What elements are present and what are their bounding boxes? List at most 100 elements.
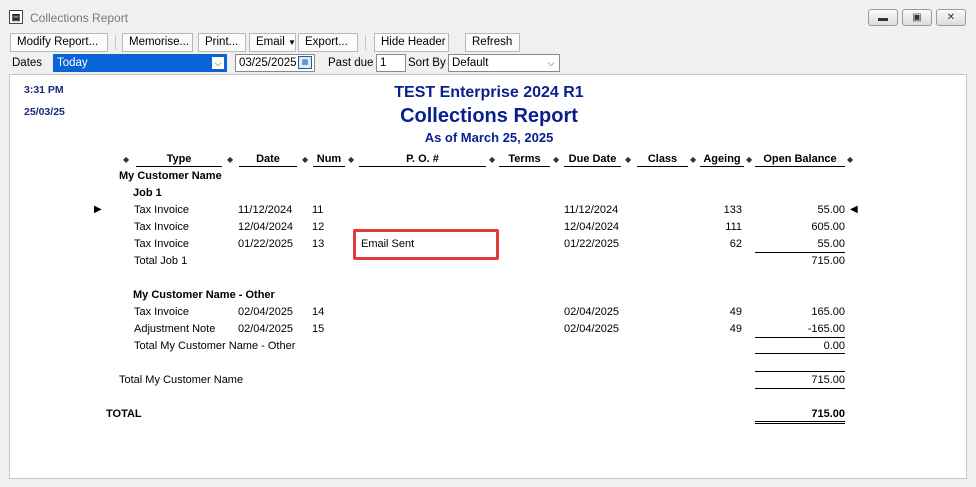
cell-ageing: 62 bbox=[729, 238, 742, 250]
column-header-open-balance[interactable]: Open Balance bbox=[755, 153, 845, 167]
hide-header-button[interactable]: Hide Header bbox=[374, 33, 449, 52]
subtotal-underline bbox=[755, 337, 845, 338]
company-name: TEST Enterprise 2024 R1 bbox=[394, 84, 584, 101]
window-title: Collections Report bbox=[30, 11, 129, 25]
memorise-button[interactable]: Memorise... bbox=[122, 33, 193, 52]
job-total-value: 0.00 bbox=[823, 340, 845, 352]
cell-open-balance: 605.00 bbox=[811, 221, 845, 233]
row-pointer-icon: ▶ bbox=[94, 204, 102, 215]
restore-button[interactable]: ▣ bbox=[902, 9, 932, 26]
minimize-button[interactable]: ▬ bbox=[868, 9, 898, 26]
report-body: 3:31 PM 25/03/25 TEST Enterprise 2024 R1… bbox=[9, 74, 967, 479]
past-due-input[interactable]: 1 bbox=[376, 54, 406, 72]
column-header-date[interactable]: Date bbox=[239, 153, 297, 167]
column-handle-icon[interactable]: ◆ bbox=[625, 153, 631, 166]
minimize-icon: ▬ bbox=[878, 13, 888, 24]
column-header-po[interactable]: P. O. # bbox=[359, 153, 486, 167]
column-handle-icon[interactable]: ◆ bbox=[123, 153, 129, 166]
cell-due-date: 02/04/2025 bbox=[564, 306, 620, 318]
cell-ageing: 133 bbox=[723, 204, 742, 216]
cell-num: 15 bbox=[312, 323, 325, 335]
cell-ageing: 111 bbox=[725, 221, 742, 233]
cell-date: 01/22/2025 bbox=[238, 238, 294, 250]
refresh-button[interactable]: Refresh bbox=[465, 33, 520, 52]
cell-due-date: 01/22/2025 bbox=[564, 238, 620, 250]
cell-due-date: 11/12/2024 bbox=[564, 204, 619, 216]
job-heading: Job 1 bbox=[133, 187, 162, 199]
column-handle-icon[interactable]: ◆ bbox=[227, 153, 233, 166]
close-button[interactable]: ✕ bbox=[936, 9, 966, 26]
column-handle-icon[interactable]: ◆ bbox=[553, 153, 559, 166]
toolbar-divider bbox=[365, 35, 366, 50]
sort-by-dropdown[interactable]: Default ⌵ bbox=[448, 54, 560, 72]
column-handle-icon[interactable]: ◆ bbox=[847, 153, 853, 166]
modify-report-button[interactable]: Modify Report... bbox=[10, 33, 108, 52]
chevron-down-icon: ⌵ bbox=[212, 57, 224, 69]
cell-num: 11 bbox=[312, 204, 324, 216]
cell-type: Adjustment Note bbox=[134, 323, 216, 335]
cell-ageing: 49 bbox=[729, 306, 742, 318]
cell-type: Tax Invoice bbox=[134, 204, 190, 216]
cell-num: 13 bbox=[312, 238, 325, 250]
past-due-label: Past due bbox=[328, 57, 374, 69]
report-as-of: As of March 25, 2025 bbox=[424, 130, 554, 145]
cell-open-balance: -165.00 bbox=[807, 323, 845, 335]
calendar-icon[interactable]: ▦ bbox=[298, 56, 312, 69]
subtotal-underline bbox=[755, 252, 845, 253]
subtotal-underline bbox=[755, 353, 845, 354]
column-header-ageing[interactable]: Ageing bbox=[700, 153, 744, 167]
column-header-num[interactable]: Num bbox=[313, 153, 345, 167]
column-handle-icon[interactable]: ◆ bbox=[690, 153, 696, 166]
window-titlebar: ▤ Collections Report ▬ ▣ ✕ bbox=[0, 0, 976, 32]
cell-date: 12/04/2024 bbox=[238, 221, 294, 233]
toolbar-divider bbox=[115, 35, 116, 50]
grand-total-value: 715.00 bbox=[811, 408, 845, 420]
customer-total-value: 715.00 bbox=[811, 374, 845, 386]
date-value: 03/25/2025 bbox=[239, 57, 297, 69]
cell-num: 14 bbox=[312, 306, 325, 318]
sort-by-value: Default bbox=[452, 57, 489, 69]
close-icon: ✕ bbox=[946, 12, 956, 23]
column-header-class[interactable]: Class bbox=[637, 153, 688, 167]
cell-type: Tax Invoice bbox=[134, 238, 190, 250]
cell-type: Tax Invoice bbox=[134, 306, 190, 318]
customer-total-label: Total My Customer Name bbox=[119, 374, 244, 386]
grand-total-underline bbox=[755, 423, 845, 424]
highlight-box bbox=[353, 229, 499, 260]
cell-open-balance: 55.00 bbox=[817, 238, 845, 250]
export-button[interactable]: Export... bbox=[298, 33, 358, 52]
dates-value: Today bbox=[57, 57, 88, 69]
column-handle-icon[interactable]: ◆ bbox=[489, 153, 495, 166]
row-pointer-icon: ◀ bbox=[850, 204, 858, 215]
cell-date: 02/04/2025 bbox=[238, 306, 294, 318]
grand-total-underline bbox=[755, 421, 845, 422]
cell-due-date: 02/04/2025 bbox=[564, 323, 620, 335]
column-header-due-date[interactable]: Due Date bbox=[564, 153, 621, 167]
grand-total-label: TOTAL bbox=[106, 408, 142, 420]
sort-by-label: Sort By bbox=[408, 57, 446, 69]
job-heading: My Customer Name - Other bbox=[133, 289, 275, 301]
column-handle-icon[interactable]: ◆ bbox=[746, 153, 752, 166]
customer-total-underline bbox=[755, 388, 845, 389]
cell-type: Tax Invoice bbox=[134, 221, 190, 233]
restore-icon: ▣ bbox=[912, 12, 922, 23]
email-button[interactable]: Email ▼ bbox=[249, 33, 296, 52]
past-due-value: 1 bbox=[380, 57, 387, 69]
filter-bar: Dates Today ⌵ 03/25/2025 ▦ Past due 1 So… bbox=[8, 53, 968, 73]
dates-label: Dates bbox=[12, 57, 43, 69]
cell-num: 12 bbox=[312, 221, 325, 233]
cell-ageing: 49 bbox=[729, 323, 742, 335]
column-handle-icon[interactable]: ◆ bbox=[348, 153, 354, 166]
column-header-type[interactable]: Type bbox=[136, 153, 222, 167]
cell-due-date: 12/04/2024 bbox=[564, 221, 620, 233]
job-total-label: Total My Customer Name - Other bbox=[134, 340, 296, 352]
column-handle-icon[interactable]: ◆ bbox=[302, 153, 308, 166]
customer-group-heading: My Customer Name bbox=[119, 170, 222, 182]
print-button[interactable]: Print... bbox=[198, 33, 246, 52]
email-label: Email bbox=[256, 36, 285, 48]
window-bottom-edge bbox=[0, 480, 976, 487]
job-total-value: 715.00 bbox=[811, 255, 845, 267]
dates-dropdown[interactable]: Today ⌵ bbox=[53, 54, 227, 72]
column-header-terms[interactable]: Terms bbox=[499, 153, 550, 167]
job-total-label: Total Job 1 bbox=[134, 255, 188, 267]
